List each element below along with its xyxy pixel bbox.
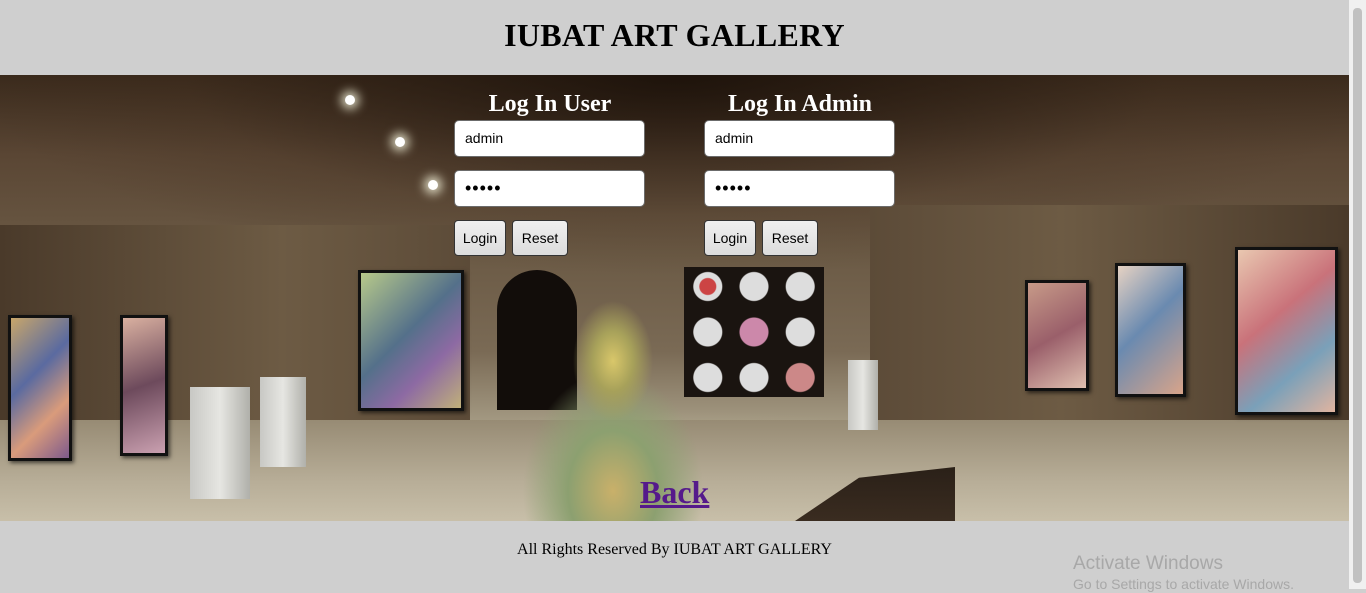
watermark-subtitle: Go to Settings to activate Windows. — [1073, 576, 1294, 592]
site-title: IUBAT ART GALLERY — [504, 17, 845, 53]
admin-password-input[interactable]: ••••• — [704, 170, 895, 207]
user-reset-button[interactable]: Reset — [512, 220, 568, 256]
painting — [8, 315, 72, 461]
gallery-background-image — [0, 75, 1349, 521]
painting — [1115, 263, 1186, 397]
back-link[interactable]: Back — [640, 474, 709, 511]
admin-login-form: Log In Admin admin ••••• Login Reset — [704, 90, 896, 256]
spotlight — [395, 137, 405, 147]
pedestal — [190, 387, 250, 499]
admin-login-heading: Log In Admin — [727, 91, 873, 117]
spotlight — [345, 95, 355, 105]
user-password-input[interactable]: ••••• — [454, 170, 645, 207]
user-login-heading: Log In User — [488, 91, 612, 117]
scrollbar-thumb[interactable] — [1353, 8, 1362, 583]
grid-artwork — [684, 267, 824, 397]
user-login-actions: Login Reset — [454, 220, 646, 256]
pedestal — [260, 377, 306, 467]
site-header: IUBAT ART GALLERY — [0, 0, 1349, 75]
admin-username-input[interactable]: admin — [704, 120, 895, 157]
vertical-scrollbar[interactable] — [1349, 0, 1366, 589]
spotlight — [428, 180, 438, 190]
admin-login-button[interactable]: Login — [704, 220, 756, 256]
painting — [358, 270, 464, 411]
admin-reset-button[interactable]: Reset — [762, 220, 818, 256]
user-username-input[interactable]: admin — [454, 120, 645, 157]
user-login-button[interactable]: Login — [454, 220, 506, 256]
activate-windows-watermark: Activate Windows Go to Settings to activ… — [1073, 553, 1294, 593]
painting — [1235, 247, 1338, 415]
user-login-form: Log In User admin ••••• Login Reset — [454, 90, 646, 256]
pedestal — [848, 360, 878, 430]
painting — [120, 315, 168, 456]
admin-login-actions: Login Reset — [704, 220, 896, 256]
painting — [1025, 280, 1089, 391]
watermark-title: Activate Windows — [1073, 553, 1223, 574]
